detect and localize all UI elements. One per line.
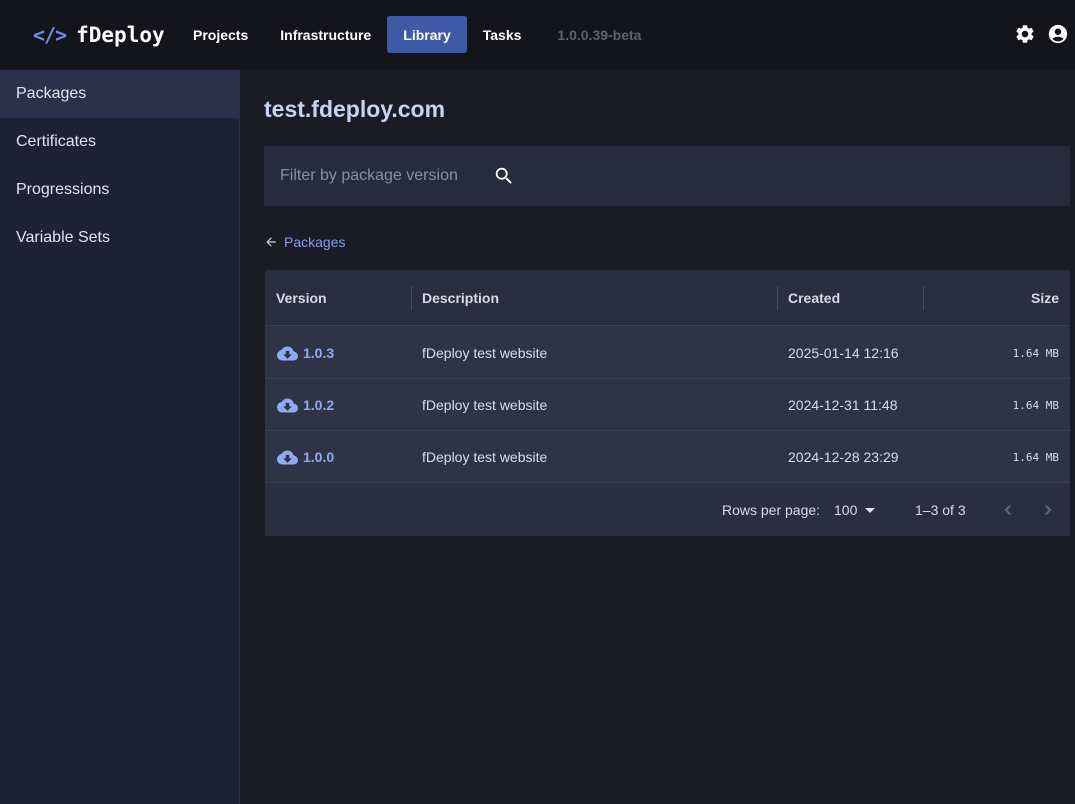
sidebar-item-certificates[interactable]: Certificates — [0, 118, 239, 166]
version-download-link[interactable]: 1.0.0 — [277, 431, 334, 483]
top-icons — [1014, 23, 1069, 45]
column-header-description[interactable]: Description — [422, 270, 499, 326]
search-icon[interactable] — [493, 165, 515, 187]
size-cell: 1.64 MB — [1012, 346, 1059, 360]
code-icon: </> — [33, 23, 67, 47]
cloud-download-icon — [277, 398, 298, 412]
sidebar: Packages Certificates Progressions Varia… — [0, 70, 240, 804]
next-page-button[interactable] — [1038, 483, 1058, 536]
filter-bar — [264, 146, 1070, 206]
column-header-version[interactable]: Version — [276, 270, 327, 326]
table-row: 1.0.0 fDeploy test website 2024-12-28 23… — [265, 431, 1070, 483]
column-header-created[interactable]: Created — [788, 270, 840, 326]
version-label: 1.0.2 — [303, 397, 335, 413]
column-header-size[interactable]: Size — [1031, 270, 1059, 326]
chevron-right-icon — [1045, 504, 1052, 515]
created-cell: 2024-12-31 11:48 — [788, 397, 898, 413]
column-separator — [777, 286, 778, 310]
app-name: fDeploy — [76, 23, 165, 47]
account-circle-icon[interactable] — [1047, 23, 1069, 45]
column-separator — [411, 286, 412, 310]
sidebar-item-variable-sets[interactable]: Variable Sets — [0, 214, 239, 262]
table-header: Version Description Created Size — [265, 270, 1070, 326]
version-label: 1.0.3 — [303, 345, 335, 361]
nav-tasks[interactable]: Tasks — [467, 16, 538, 53]
created-cell: 2025-01-14 12:16 — [788, 345, 899, 361]
size-cell: 1.64 MB — [1012, 398, 1059, 412]
description-cell: fDeploy test website — [422, 397, 548, 413]
top-bar: </> fDeploy Projects Infrastructure Libr… — [0, 0, 1075, 70]
column-separator — [923, 286, 924, 310]
previous-page-button[interactable] — [998, 483, 1018, 536]
version-download-link[interactable]: 1.0.3 — [277, 327, 334, 379]
version-label: 1.0.0 — [303, 449, 335, 465]
table-row: 1.0.3 fDeploy test website 2025-01-14 12… — [265, 327, 1070, 379]
main-nav: Projects Infrastructure Library Tasks 1.… — [177, 16, 641, 53]
sidebar-item-progressions[interactable]: Progressions — [0, 166, 239, 214]
nav-infrastructure[interactable]: Infrastructure — [264, 16, 387, 53]
rows-per-page-value: 100 — [834, 501, 858, 518]
back-to-packages-link[interactable]: Packages — [264, 234, 345, 250]
size-cell: 1.64 MB — [1012, 450, 1059, 464]
filter-input[interactable] — [280, 164, 480, 188]
sidebar-item-packages[interactable]: Packages — [0, 70, 239, 118]
arrow-left-icon — [266, 237, 276, 247]
description-cell: fDeploy test website — [422, 449, 548, 465]
caret-down-icon — [865, 507, 876, 513]
nav-library[interactable]: Library — [387, 16, 467, 53]
table-row: 1.0.2 fDeploy test website 2024-12-31 11… — [265, 379, 1070, 431]
chevron-left-icon — [1004, 504, 1011, 515]
pagination-range: 1–3 of 3 — [915, 501, 966, 518]
app-logo[interactable]: </> fDeploy — [33, 20, 165, 50]
version-download-link[interactable]: 1.0.2 — [277, 379, 334, 431]
rows-per-page-label: Rows per page: — [722, 501, 821, 518]
created-cell: 2024-12-28 23:29 — [788, 449, 899, 465]
gear-icon[interactable] — [1014, 23, 1036, 45]
nav-projects[interactable]: Projects — [177, 16, 264, 53]
app-version: 1.0.0.39-beta — [557, 26, 642, 43]
page-title: test.fdeploy.com — [264, 96, 446, 122]
table-pagination: Rows per page: 100 1–3 of 3 — [265, 483, 1070, 536]
description-cell: fDeploy test website — [422, 345, 548, 361]
back-link-label: Packages — [284, 234, 346, 250]
rows-per-page-select[interactable]: 100 — [834, 483, 876, 536]
packages-table: Version Description Created Size 1.0.3 f… — [265, 270, 1070, 536]
cloud-download-icon — [277, 450, 298, 464]
cloud-download-icon — [277, 346, 298, 360]
